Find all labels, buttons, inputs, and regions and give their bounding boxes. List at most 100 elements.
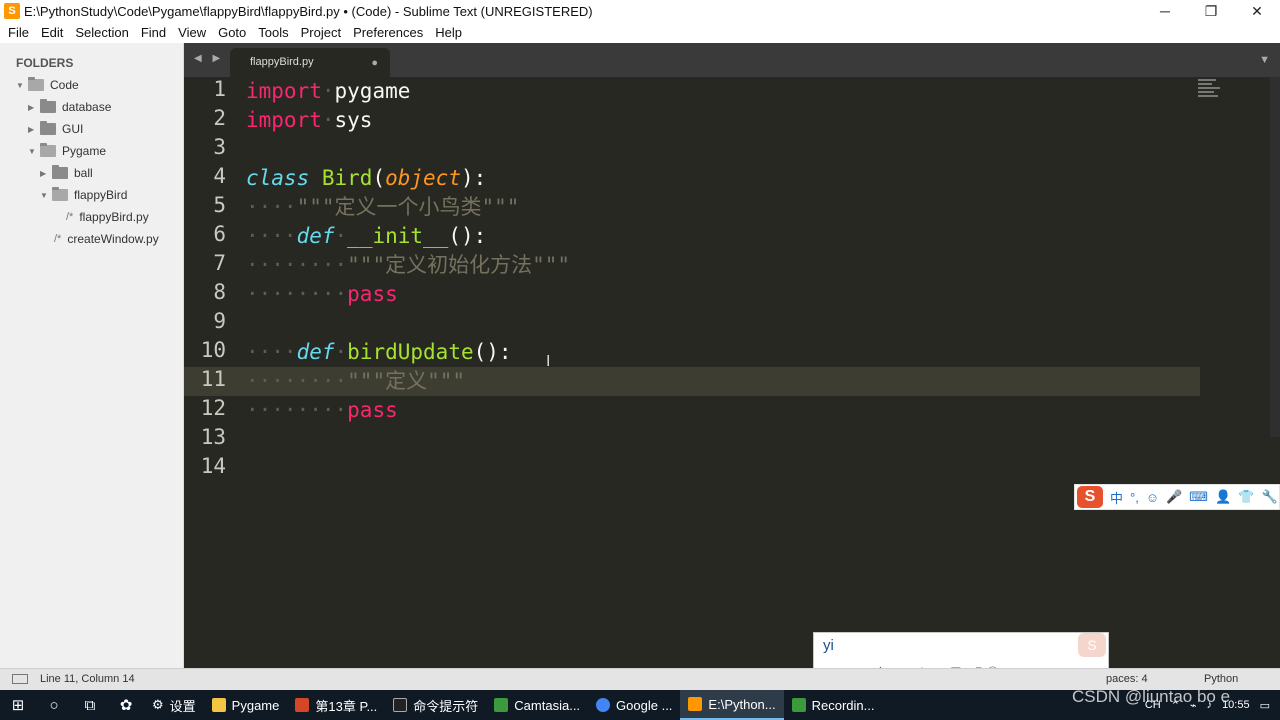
minimap[interactable] bbox=[1198, 79, 1222, 101]
tree-item-label: Code bbox=[50, 78, 79, 92]
collapsed-arrow-icon[interactable]: ▶ bbox=[28, 125, 40, 134]
tree-item-label: ball bbox=[74, 166, 93, 180]
keyword: pass bbox=[347, 282, 398, 306]
tab-dropdown-icon[interactable]: ▼ bbox=[1259, 54, 1270, 66]
tree-item-label: createWindow.py bbox=[67, 232, 159, 246]
windows-start-icon[interactable]: ⊞ bbox=[0, 690, 36, 720]
ime-skin-icon[interactable]: 👕 bbox=[1238, 489, 1254, 505]
whitespace-dot: · bbox=[321, 108, 335, 132]
line-number: 8 bbox=[213, 280, 226, 304]
keyword: pass bbox=[347, 398, 398, 422]
folder-icon bbox=[40, 121, 56, 135]
folder-icon bbox=[52, 165, 68, 179]
taskbar-item-pygame[interactable]: Pygame bbox=[204, 690, 288, 720]
menu-selection[interactable]: Selection bbox=[69, 25, 134, 40]
taskbar-item-chrome[interactable]: Google ... bbox=[588, 690, 680, 720]
line-number: 5 bbox=[213, 193, 226, 217]
code-line-4: class Bird(object): bbox=[246, 164, 486, 193]
collapsed-arrow-icon[interactable]: ▶ bbox=[28, 103, 40, 112]
task-view-icon[interactable]: ⧉ bbox=[72, 690, 108, 720]
menu-file[interactable]: File bbox=[2, 25, 35, 40]
line-number: 4 bbox=[213, 164, 226, 188]
taskbar-item-label: 设置 bbox=[169, 698, 196, 714]
ibeam-cursor-icon: I bbox=[546, 353, 551, 370]
vertical-scrollbar[interactable] bbox=[1270, 77, 1280, 437]
code-line-8: ········pass bbox=[246, 280, 398, 309]
ime-chinese-mode[interactable]: 中 bbox=[1110, 488, 1123, 507]
module-name: pygame bbox=[334, 79, 411, 103]
tree-item-pygame[interactable]: ▼ Pygame bbox=[28, 141, 106, 161]
indent-dots: ········ bbox=[246, 282, 348, 306]
expanded-arrow-icon[interactable]: ▼ bbox=[28, 147, 40, 156]
ime-settings-icon[interactable]: 🔧 bbox=[1261, 489, 1277, 505]
sidebar: FOLDERS ▼ Code ▶ database ▶ GUI ▼ Pygame… bbox=[0, 43, 184, 668]
notification-icon[interactable]: ▭ bbox=[1260, 699, 1270, 712]
taskbar-item-label: E:\Python... bbox=[708, 696, 776, 712]
class-name: Bird bbox=[321, 166, 373, 190]
maximize-button[interactable]: ❐ bbox=[1188, 0, 1234, 22]
tree-item-database[interactable]: ▶ database bbox=[28, 97, 111, 117]
ime-emoji-icon[interactable]: ☺ bbox=[1146, 490, 1159, 505]
menu-edit[interactable]: Edit bbox=[35, 25, 69, 40]
code-line-1: import·pygame bbox=[246, 77, 410, 106]
menu-preferences[interactable]: Preferences bbox=[347, 25, 429, 40]
menu-find[interactable]: Find bbox=[135, 25, 172, 40]
app-icon[interactable]: ✿ bbox=[108, 690, 144, 720]
taskbar-item-sublime[interactable]: E:\Python... bbox=[680, 690, 784, 720]
indentation-setting[interactable]: paces: 4 bbox=[1106, 673, 1148, 685]
taskbar-item-label: Recordin... bbox=[811, 697, 875, 713]
unsaved-dot-icon[interactable]: ● bbox=[371, 57, 378, 69]
tab-flappybird-py[interactable]: flappyBird.py ● bbox=[230, 48, 390, 77]
function-name: __init__ bbox=[347, 224, 449, 248]
tree-item-createwindow-py[interactable]: /* createWindow.py bbox=[54, 229, 159, 249]
tab-label: flappyBird.py bbox=[250, 56, 314, 68]
panel-toggle-icon[interactable] bbox=[12, 674, 28, 684]
folder-open-icon bbox=[40, 143, 56, 157]
taskbar-item-settings[interactable]: ⚙ 设置 bbox=[144, 690, 204, 720]
syntax-selector[interactable]: Python bbox=[1204, 673, 1238, 685]
taskbar-item-cmd[interactable]: 命令提示符 bbox=[385, 690, 486, 720]
cortana-search-icon[interactable]: ○ bbox=[36, 690, 72, 720]
ime-keyboard-icon[interactable]: ⌨ bbox=[1189, 489, 1208, 505]
menu-goto[interactable]: Goto bbox=[212, 25, 252, 40]
taskbar-item-recording[interactable]: Recordin... bbox=[784, 690, 883, 720]
close-button[interactable]: ✕ bbox=[1234, 0, 1280, 22]
tree-item-gui[interactable]: ▶ GUI bbox=[28, 119, 83, 139]
paren: (): bbox=[473, 340, 512, 364]
ime-punctuation-icon[interactable]: °, bbox=[1130, 490, 1139, 505]
base-class: object bbox=[385, 166, 461, 190]
taskbar-item-label: 命令提示符 bbox=[413, 698, 479, 714]
window-controls: ─ ❐ ✕ bbox=[1142, 0, 1280, 22]
taskbar-item-camtasia[interactable]: Camtasia... bbox=[486, 690, 588, 720]
taskbar-item-powerpoint[interactable]: 第13章 P... bbox=[287, 690, 385, 720]
minimize-button[interactable]: ─ bbox=[1142, 0, 1188, 22]
menu-view[interactable]: View bbox=[172, 25, 212, 40]
code-editor[interactable]: 1 2 3 4 5 6 7 8 9 10 11 12 13 14 import·… bbox=[184, 77, 1280, 668]
tree-item-ball[interactable]: ▶ ball bbox=[40, 163, 93, 183]
tree-item-flappybird[interactable]: ▼ flappyBird bbox=[40, 185, 127, 205]
line-number: 13 bbox=[200, 425, 226, 449]
line-number: 14 bbox=[200, 454, 226, 478]
expanded-arrow-icon[interactable]: ▼ bbox=[40, 191, 52, 200]
expanded-arrow-icon[interactable]: ▼ bbox=[16, 81, 28, 90]
tree-item-code[interactable]: ▼ Code bbox=[16, 75, 79, 95]
tab-nav-arrows-icon[interactable]: ◀ ▶ bbox=[194, 53, 224, 64]
tree-item-label: Pygame bbox=[62, 144, 107, 158]
menu-help[interactable]: Help bbox=[429, 25, 468, 40]
tree-item-flappybird-py[interactable]: /* flappyBird.py bbox=[66, 207, 149, 227]
line-number: 10 bbox=[200, 338, 226, 362]
paren: ): bbox=[460, 166, 487, 190]
menu-tools[interactable]: Tools bbox=[252, 25, 294, 40]
indent-dots: ········ bbox=[246, 253, 348, 277]
keyword: class bbox=[246, 166, 310, 190]
ime-user-icon[interactable]: 👤 bbox=[1215, 489, 1231, 505]
collapsed-arrow-icon[interactable]: ▶ bbox=[40, 169, 52, 178]
ime-voice-icon[interactable]: 🎤 bbox=[1166, 489, 1182, 505]
gear-icon: ⚙ bbox=[152, 697, 164, 712]
code-line-5: ····"""定义一个小鸟类""" bbox=[246, 193, 519, 222]
menu-project[interactable]: Project bbox=[295, 25, 347, 40]
line-number: 1 bbox=[213, 77, 226, 101]
tree-item-label: GUI bbox=[62, 122, 84, 136]
sogou-logo-icon[interactable]: S bbox=[1077, 486, 1103, 508]
